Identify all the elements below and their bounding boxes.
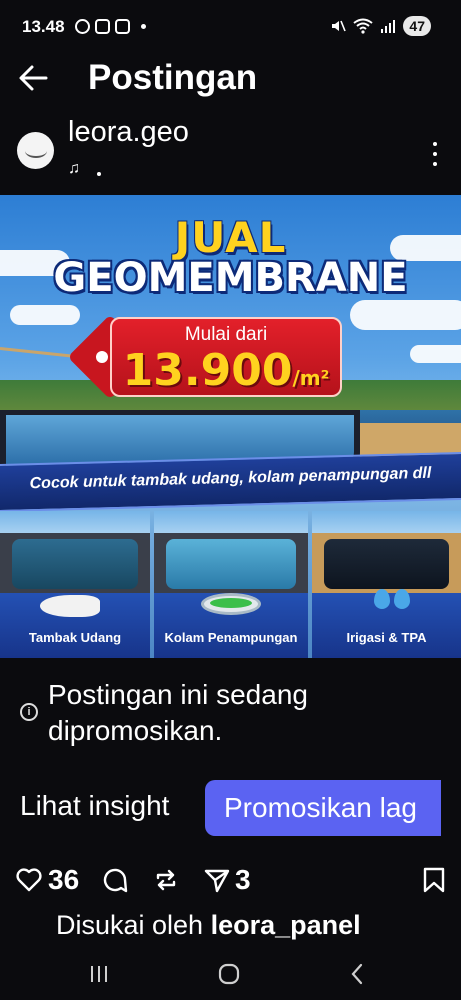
- more-notifications-icon: [141, 24, 146, 29]
- post-image[interactable]: JUAL GEOMEMBRANE Mulai dari 13.900/m² Co…: [0, 195, 461, 658]
- liked-by-line[interactable]: Disukai oleh leora_panel: [56, 910, 361, 941]
- system-icons: 47: [330, 16, 431, 36]
- liked-by-user[interactable]: leora_panel: [211, 910, 361, 940]
- shrimp-icon: [40, 595, 100, 617]
- logo-mark-icon: [24, 144, 47, 158]
- instagram-icon: [95, 19, 110, 34]
- send-icon[interactable]: [203, 866, 231, 894]
- info-icon: i: [20, 703, 38, 721]
- bookmark-icon[interactable]: [420, 866, 448, 894]
- tag-hole: [96, 351, 108, 363]
- comment-icon[interactable]: [101, 866, 129, 894]
- signal-icon: [381, 20, 396, 33]
- panel-water: [166, 539, 296, 589]
- author-username[interactable]: leora.geo: [68, 116, 189, 149]
- page-header: Postingan: [0, 56, 461, 102]
- water-drop-icon: [374, 589, 390, 609]
- water-drop-icon: [394, 589, 410, 609]
- promote-again-button[interactable]: Promosikan lag: [205, 780, 441, 836]
- separator-dot: [97, 172, 101, 176]
- wifi-icon: [353, 18, 374, 34]
- panel-label: Tambak Udang: [28, 630, 122, 645]
- price-prefix: Mulai dari: [184, 324, 268, 345]
- recent-apps-icon[interactable]: [88, 964, 110, 984]
- liked-by-prefix: Disukai oleh: [56, 910, 204, 940]
- panel-label: Kolam Penampungan: [164, 630, 298, 645]
- panel-label: Irigasi & TPA: [346, 630, 427, 645]
- headline-line2: GEOMEMBRANE: [53, 255, 408, 301]
- likes-count[interactable]: 36: [48, 864, 79, 896]
- price-unit: /m²: [292, 366, 330, 390]
- price-value: 13.900/m²: [112, 345, 340, 396]
- cloud: [350, 300, 461, 330]
- panel-water: [324, 539, 449, 589]
- whatsapp-icon: [75, 19, 90, 34]
- instagram-icon-2: [115, 19, 130, 34]
- post-actions: 36 3: [0, 860, 461, 902]
- cloud: [410, 345, 461, 363]
- status-bar: 13.48 47: [0, 0, 461, 56]
- promotion-text: Postingan ini sedang dipromosikan.: [48, 679, 308, 746]
- promote-again-label: Promosikan lag: [224, 792, 417, 823]
- panel-water: [12, 539, 138, 589]
- price-tag: Mulai dari 13.900/m²: [110, 317, 342, 397]
- mute-icon: [332, 20, 347, 32]
- post-author-row: leora.geo ♫: [0, 112, 461, 190]
- battery-indicator: 47: [403, 16, 431, 36]
- repost-icon[interactable]: [152, 866, 180, 894]
- music-icon[interactable]: ♫: [68, 160, 80, 178]
- avatar[interactable]: [17, 132, 54, 169]
- promotion-notice: i Postingan ini sedang dipromosikan.: [0, 675, 461, 755]
- android-nav-bar: [0, 950, 461, 1000]
- panel-tambak-udang: Tambak Udang: [0, 511, 150, 658]
- status-time: 13.48: [22, 17, 65, 36]
- water-tank-icon: [201, 593, 261, 615]
- view-insights-link[interactable]: Lihat insight: [20, 790, 169, 822]
- home-icon[interactable]: [217, 962, 241, 986]
- panel-kolam-penampungan: Kolam Penampungan: [154, 511, 308, 658]
- back-arrow-icon[interactable]: [18, 64, 50, 92]
- price-number: 13.900: [122, 345, 293, 396]
- panel-irigasi-tpa: Irigasi & TPA: [312, 511, 461, 658]
- heart-icon[interactable]: [15, 866, 43, 894]
- shares-count[interactable]: 3: [235, 864, 251, 896]
- page-title: Postingan: [88, 58, 258, 97]
- cloud: [10, 305, 80, 325]
- back-nav-icon[interactable]: [348, 962, 366, 986]
- notification-icons: [75, 19, 146, 34]
- more-options-icon[interactable]: [433, 142, 439, 166]
